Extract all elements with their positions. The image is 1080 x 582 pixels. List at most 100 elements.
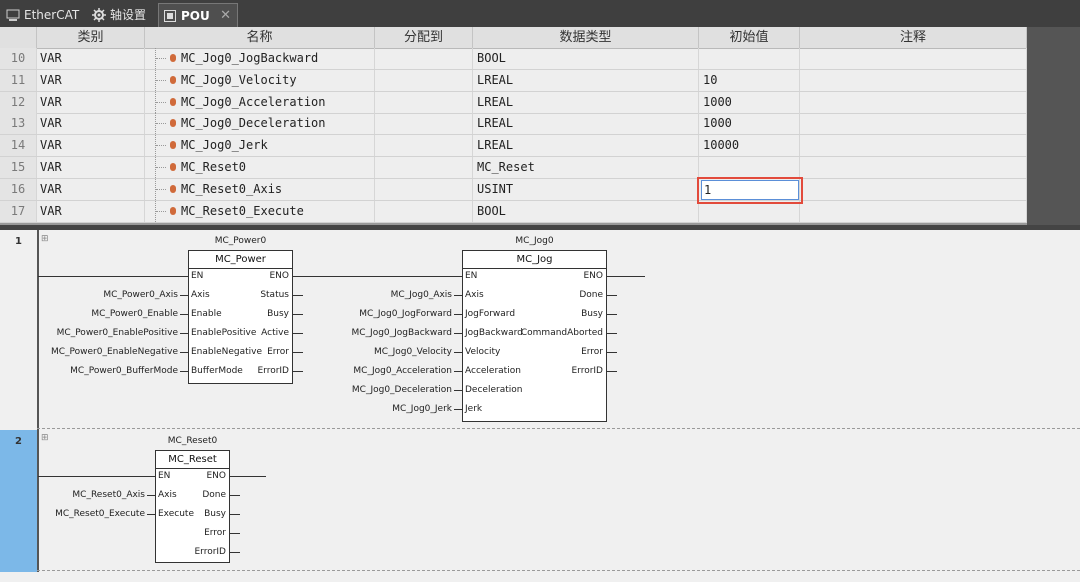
comment-cell[interactable] [800,48,1027,69]
fb-output-pin[interactable]: Busy [462,309,603,320]
table-row[interactable]: 15 VAR MC_Reset0 MC_Reset [0,157,1027,179]
fb-output-pin[interactable]: ENO [155,471,226,482]
input-variable-label[interactable]: MC_Jog0_JogBackward [294,328,452,339]
fb-output-pin[interactable]: Error [188,347,289,358]
assigned-cell[interactable] [375,157,473,178]
category-cell[interactable]: VAR [37,178,145,200]
datatype-cell[interactable]: LREAL [473,91,699,113]
initial-value-cell[interactable] [699,48,800,69]
input-variable-label[interactable]: MC_Power0_Axis [30,290,178,301]
table-row[interactable]: 10 VAR MC_Jog0_JogBackward BOOL [0,48,1027,70]
fb-output-pin[interactable]: Status [188,290,289,301]
category-cell[interactable]: VAR [37,91,145,113]
initial-value-cell[interactable]: 1000 [699,91,800,113]
variable-name-cell[interactable]: MC_Reset0_Axis [145,178,375,200]
initial-value-cell[interactable]: 1000 [699,113,800,135]
category-cell[interactable]: VAR [37,113,145,135]
input-variable-label[interactable]: MC_Power0_EnablePositive [30,328,178,339]
tab-axis-settings[interactable]: 轴设置 [88,3,156,27]
tab-ethercat[interactable]: EtherCAT [2,3,86,27]
datatype-cell[interactable]: BOOL [473,200,699,222]
input-variable-label[interactable]: MC_Jog0_JogForward [294,309,452,320]
tab-pou[interactable]: POU ✕ [158,3,238,27]
input-variable-label[interactable]: MC_Jog0_Deceleration [294,385,452,396]
input-variable-label[interactable]: MC_Reset0_Axis [0,490,145,501]
assigned-cell[interactable] [375,200,473,222]
header-comment[interactable]: 注释 [800,27,1027,48]
fb-output-pin[interactable]: Error [462,347,603,358]
datatype-cell[interactable]: LREAL [473,135,699,157]
variable-name-cell[interactable]: MC_Jog0_Deceleration [145,113,375,135]
datatype-cell[interactable]: LREAL [473,113,699,135]
assigned-cell[interactable] [375,135,473,157]
fb-output-pin[interactable]: Done [155,490,226,501]
comment-cell[interactable] [800,69,1027,91]
fb-output-pin[interactable]: ENO [462,271,603,282]
fb-input-pin[interactable]: Deceleration [465,385,522,396]
input-variable-label[interactable]: MC_Jog0_Acceleration [294,366,452,377]
variable-name-cell[interactable]: MC_Jog0_Acceleration [145,91,375,113]
initial-value-cell[interactable]: 10000 [699,135,800,157]
category-cell[interactable]: VAR [37,135,145,157]
assigned-cell[interactable] [375,48,473,69]
input-variable-label[interactable]: MC_Power0_BufferMode [30,366,178,377]
initial-value-edit-field[interactable]: 1 [701,180,799,200]
comment-cell[interactable] [800,200,1027,222]
comment-cell[interactable] [800,178,1027,200]
variable-name-cell[interactable]: MC_Reset0 [145,157,375,178]
table-row[interactable]: 16 VAR MC_Reset0_Axis USINT [0,178,1027,201]
category-cell[interactable]: VAR [37,200,145,222]
comment-cell[interactable] [800,135,1027,157]
assigned-cell[interactable] [375,69,473,91]
header-initial-value[interactable]: 初始值 [699,27,800,48]
input-variable-label[interactable]: MC_Power0_Enable [30,309,178,320]
table-row[interactable]: 17 VAR MC_Reset0_Execute BOOL [0,200,1027,223]
input-variable-label[interactable]: MC_Jog0_Axis [294,290,452,301]
input-variable-label[interactable]: MC_Jog0_Velocity [294,347,452,358]
assigned-cell[interactable] [375,178,473,200]
fb-output-pin[interactable]: Error [155,528,226,539]
table-row[interactable]: 12 VAR MC_Jog0_Acceleration LREAL 1000 [0,91,1027,114]
expand-icon[interactable]: ⊞ [41,234,49,244]
initial-value-cell[interactable]: 10 [699,69,800,91]
input-variable-label[interactable]: MC_Reset0_Execute [0,509,145,520]
initial-value-cell[interactable] [699,157,800,178]
table-row[interactable]: 14 VAR MC_Jog0_Jerk LREAL 10000 [0,135,1027,158]
ladder-editor[interactable]: 1 2 ⊞ ⊞ MC_Power0 MC_Power EN Axis MC_Power0… [0,230,1080,582]
fb-output-pin[interactable]: ErrorID [155,547,226,558]
fb-output-pin[interactable]: Busy [188,309,289,320]
close-icon[interactable]: ✕ [220,4,231,28]
expand-icon[interactable]: ⊞ [41,433,49,443]
datatype-cell[interactable]: MC_Reset [473,157,699,178]
header-name[interactable]: 名称 [145,27,375,48]
table-row[interactable]: 11 VAR MC_Jog0_Velocity LREAL 10 [0,69,1027,92]
variable-name-cell[interactable]: MC_Reset0_Execute [145,200,375,222]
assigned-cell[interactable] [375,113,473,135]
comment-cell[interactable] [800,113,1027,135]
fb-output-pin[interactable]: Done [462,290,603,301]
comment-cell[interactable] [800,91,1027,113]
fb-output-pin[interactable]: ENO [188,271,289,282]
fb-output-pin[interactable]: ErrorID [188,366,289,377]
datatype-cell[interactable]: BOOL [473,48,699,69]
network-gutter-selected[interactable]: 2 [0,430,37,572]
fb-input-pin[interactable]: Jerk [465,404,482,415]
assigned-cell[interactable] [375,91,473,113]
variable-name-cell[interactable]: MC_Jog0_Velocity [145,69,375,91]
variable-name-cell[interactable]: MC_Jog0_Jerk [145,135,375,157]
input-variable-label[interactable]: MC_Power0_EnableNegative [30,347,178,358]
datatype-cell[interactable]: USINT [473,178,699,200]
category-cell[interactable]: VAR [37,69,145,91]
category-cell[interactable]: VAR [37,48,145,69]
comment-cell[interactable] [800,157,1027,178]
variable-name-cell[interactable]: MC_Jog0_JogBackward [145,48,375,69]
header-datatype[interactable]: 数据类型 [473,27,699,48]
category-cell[interactable]: VAR [37,157,145,178]
header-assigned[interactable]: 分配到 [375,27,473,48]
fb-output-pin[interactable]: Active [188,328,289,339]
table-row[interactable]: 13 VAR MC_Jog0_Deceleration LREAL 1000 [0,113,1027,136]
input-variable-label[interactable]: MC_Jog0_Jerk [294,404,452,415]
fb-output-pin[interactable]: CommandAborted [462,328,603,339]
header-category[interactable]: 类别 [37,27,145,48]
fb-output-pin[interactable]: ErrorID [462,366,603,377]
